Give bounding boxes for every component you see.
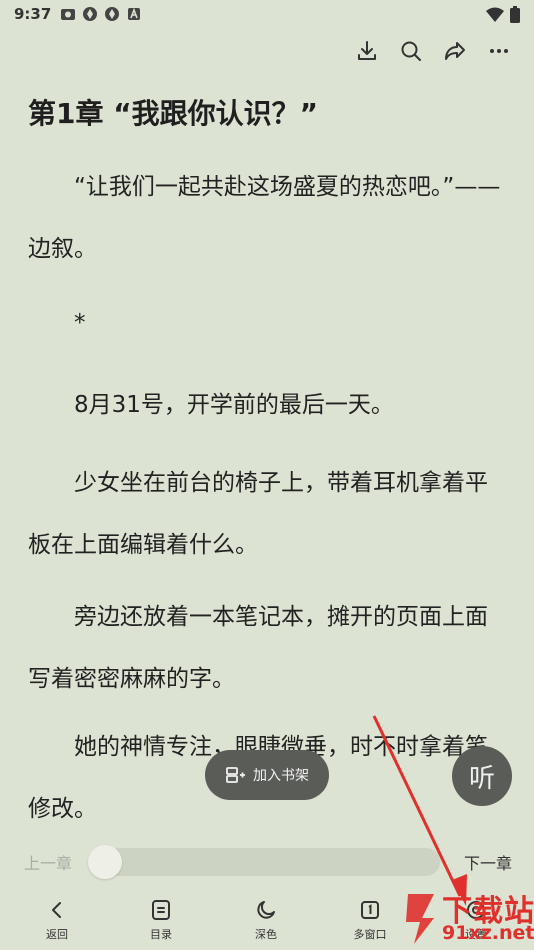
nav-multi-window-label: 多窗口: [353, 928, 387, 941]
progress-slider-track[interactable]: [90, 848, 440, 876]
back-icon: [52, 902, 61, 918]
notification-icons: [60, 6, 142, 22]
search-button[interactable]: [396, 36, 426, 66]
multi-window-icon: [361, 901, 379, 919]
more-button[interactable]: [484, 36, 514, 66]
progress-slider-thumb[interactable]: [88, 845, 122, 879]
nav-catalog-label: 目录: [150, 928, 172, 941]
paragraph: “让我们一起共赴这场盛夏的热恋吧。”——边叙。: [28, 174, 501, 262]
add-to-bookshelf-button[interactable]: 加入书架: [205, 750, 329, 800]
app-notification-icon-2: [105, 7, 119, 21]
site-watermark: 下载站 91xz.net: [400, 884, 534, 950]
watermark-url: 91xz.net: [442, 922, 534, 944]
wifi-icon: [486, 7, 504, 22]
paragraph: *: [28, 310, 86, 336]
add-bookshelf-icon: [226, 767, 245, 783]
paragraph: 8月31号，开学前的最后一天。: [28, 392, 394, 418]
nav-back-label: 返回: [46, 928, 68, 941]
reader-content[interactable]: 第1章 “我跟你认识？” “让我们一起共赴这场盛夏的热恋吧。”——边叙。 * 8…: [0, 82, 534, 828]
paragraph: 少女坐在前台的椅子上，带着耳机拿着平板在上面编辑着什么。: [28, 470, 488, 558]
nav-dark-mode[interactable]: 深色: [230, 898, 302, 942]
next-chapter-button[interactable]: 下一章: [464, 850, 512, 874]
download-button[interactable]: [352, 36, 382, 66]
chapter-title: 第1章 “我跟你认识？”: [28, 97, 319, 130]
nav-multi-window[interactable]: 多窗口: [334, 898, 406, 942]
chapter-progress-bar: 上一章 下一章: [0, 828, 534, 890]
search-icon: [401, 41, 421, 61]
a-notification-icon: [128, 7, 140, 20]
add-to-bookshelf-label: 加入书架: [253, 768, 309, 784]
nav-back[interactable]: 返回: [21, 898, 93, 942]
gallery-notification-icon: [61, 9, 75, 20]
download-icon: [358, 41, 376, 60]
catalog-icon: [152, 900, 170, 920]
listen-label: 听: [468, 763, 495, 794]
more-icon: [490, 49, 508, 53]
paragraph: 旁边还放着一本笔记本，摊开的页面上面写着密密麻麻的字。: [28, 604, 488, 692]
nav-dark-mode-label: 深色: [255, 928, 277, 941]
battery-icon: [510, 6, 520, 23]
status-time: 9:37: [14, 5, 52, 23]
status-bar: 9:37: [0, 0, 534, 30]
listen-button[interactable]: 听: [452, 746, 512, 806]
reader-toolbar: [352, 36, 514, 66]
share-button[interactable]: [440, 36, 470, 66]
watermark-logo-icon: [406, 894, 434, 944]
app-notification-icon: [83, 7, 97, 21]
previous-chapter-button[interactable]: 上一章: [24, 850, 72, 874]
system-icons: [486, 6, 520, 23]
moon-icon: [257, 901, 275, 919]
share-icon: [445, 42, 465, 60]
nav-catalog[interactable]: 目录: [125, 898, 197, 942]
